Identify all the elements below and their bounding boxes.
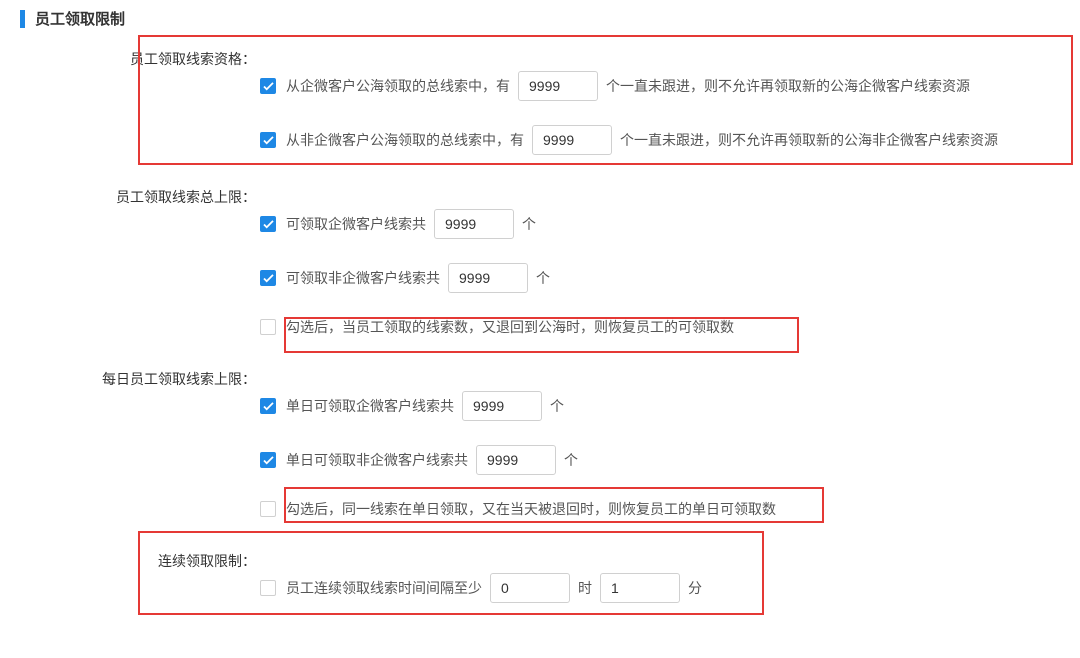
total-limit-input-1[interactable] [434,209,514,239]
row-text: 员工连续领取线索时间间隔至少 [286,578,482,598]
row-text: 分 [688,578,702,598]
continuous-group: 连续领取限制： 员工连续领取线索时间间隔至少 时 分 [20,547,1060,627]
daily-limit-input-2[interactable] [476,445,556,475]
row-text: 勾选后，当员工领取的线索数，又退回到公海时，则恢复员工的可领取数 [286,317,734,337]
row-text: 单日可领取企微客户线索共 [286,396,454,416]
daily-limit-row-1: 单日可领取企微客户线索共 个 [260,391,1060,421]
qualification-row-1: 从企微客户公海领取的总线索中，有 个一直未跟进，则不允许再领取新的公海企微客户线… [260,71,1060,101]
daily-limit-input-1[interactable] [462,391,542,421]
continuous-checkbox-1[interactable] [260,580,276,596]
total-limit-checkbox-2[interactable] [260,270,276,286]
continuous-hours-input[interactable] [490,573,570,603]
row-text: 勾选后，同一线索在单日领取，又在当天被退回时，则恢复员工的单日可领取数 [286,499,776,519]
row-text: 个 [536,268,550,288]
row-text: 可领取非企微客户线索共 [286,268,440,288]
check-icon [263,82,274,91]
row-text: 个一直未跟进，则不允许再领取新的公海企微客户线索资源 [606,76,970,96]
qualification-checkbox-2[interactable] [260,132,276,148]
row-text: 个 [564,450,578,470]
continuous-row-1: 员工连续领取线索时间间隔至少 时 分 [260,573,1060,603]
row-text: 时 [578,578,592,598]
section-header: 员工领取限制 [20,8,1060,29]
total-limit-row-2: 可领取非企微客户线索共 个 [260,263,1060,293]
section-title: 员工领取限制 [35,8,125,29]
daily-limit-row-3: 勾选后，同一线索在单日领取，又在当天被退回时，则恢复员工的单日可领取数 [260,499,1060,519]
continuous-label: 连续领取限制： [20,547,260,627]
check-icon [263,402,274,411]
daily-limit-checkbox-3[interactable] [260,501,276,517]
check-icon [263,456,274,465]
qualification-input-1[interactable] [518,71,598,101]
continuous-minutes-input[interactable] [600,573,680,603]
check-icon [263,136,274,145]
daily-limit-group: 每日员工领取线索上限： 单日可领取企微客户线索共 个 单日可领取非企微客户线索共… [20,365,1060,543]
row-text: 单日可领取非企微客户线索共 [286,450,468,470]
qualification-checkbox-1[interactable] [260,78,276,94]
check-icon [263,220,274,229]
total-limit-group: 员工领取线索总上限： 可领取企微客户线索共 个 可领取非企微客户线索共 个 [20,183,1060,361]
qualification-group: 员工领取线索资格： 从企微客户公海领取的总线索中，有 个一直未跟进，则不允许再领… [20,45,1060,179]
daily-limit-checkbox-1[interactable] [260,398,276,414]
blue-bar-icon [20,10,25,28]
daily-limit-checkbox-2[interactable] [260,452,276,468]
qualification-input-2[interactable] [532,125,612,155]
daily-limit-label: 每日员工领取线索上限： [20,365,260,543]
row-text: 个 [522,214,536,234]
qualification-label: 员工领取线索资格： [20,45,260,179]
qualification-row-2: 从非企微客户公海领取的总线索中，有 个一直未跟进，则不允许再领取新的公海非企微客… [260,125,1060,155]
row-text: 个 [550,396,564,416]
total-limit-row-1: 可领取企微客户线索共 个 [260,209,1060,239]
row-text: 从非企微客户公海领取的总线索中，有 [286,130,524,150]
row-text: 个一直未跟进，则不允许再领取新的公海非企微客户线索资源 [620,130,998,150]
total-limit-checkbox-1[interactable] [260,216,276,232]
daily-limit-row-2: 单日可领取非企微客户线索共 个 [260,445,1060,475]
total-limit-checkbox-3[interactable] [260,319,276,335]
row-text: 从企微客户公海领取的总线索中，有 [286,76,510,96]
form-area: 员工领取线索资格： 从企微客户公海领取的总线索中，有 个一直未跟进，则不允许再领… [20,45,1060,627]
total-limit-label: 员工领取线索总上限： [20,183,260,361]
total-limit-row-3: 勾选后，当员工领取的线索数，又退回到公海时，则恢复员工的可领取数 [260,317,1060,337]
row-text: 可领取企微客户线索共 [286,214,426,234]
check-icon [263,274,274,283]
total-limit-input-2[interactable] [448,263,528,293]
